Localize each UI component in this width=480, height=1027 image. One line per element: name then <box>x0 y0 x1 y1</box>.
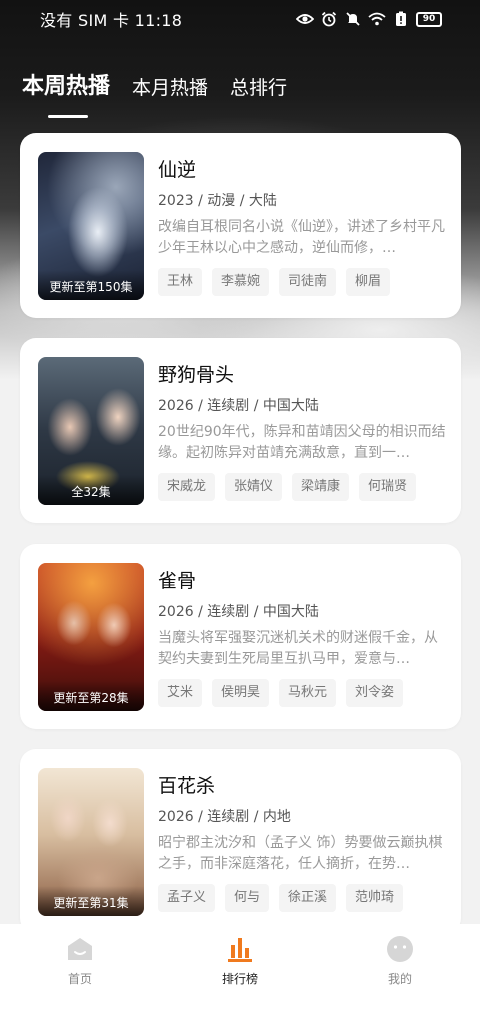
show-meta: 2026 / 连续剧 / 内地 <box>158 809 291 825</box>
battery-icon: 90 <box>416 11 442 27</box>
show-card[interactable]: 更新至第28集 雀骨 2026 / 连续剧 / 中国大陆 当魔头将军强娶沉迷机关… <box>20 544 461 729</box>
show-meta: 2026 / 连续剧 / 中国大陆 <box>158 398 319 414</box>
episode-badge: 全32集 <box>38 475 144 505</box>
poster-image: 更新至第28集 <box>38 563 144 711</box>
profile-icon <box>385 934 415 964</box>
show-title: 雀骨 <box>158 570 197 592</box>
cast-tag[interactable]: 张婧仪 <box>225 473 283 501</box>
ranking-icon <box>225 934 255 964</box>
wifi-icon <box>368 10 386 28</box>
nav-label: 首页 <box>67 972 92 986</box>
nav-label: 排行榜 <box>221 972 258 986</box>
eye-icon <box>296 10 314 28</box>
status-bar: 没有 SIM 卡 11:18 90 <box>0 0 480 38</box>
episode-badge: 更新至第28集 <box>38 681 144 711</box>
poster-image: 更新至第31集 <box>38 768 144 916</box>
nav-label: 我的 <box>387 972 412 986</box>
alarm-icon <box>320 10 338 28</box>
cast-list: 王林 李慕婉 司徒南 柳眉 <box>158 268 391 296</box>
cast-tag[interactable]: 梁靖康 <box>292 473 350 501</box>
cast-list: 艾米 侯明昊 马秋元 刘令姿 <box>158 679 404 707</box>
status-carrier-time: 没有 SIM 卡 11:18 <box>40 11 183 30</box>
poster-image: 更新至第150集 <box>38 152 144 300</box>
nav-home[interactable]: 首页 <box>0 934 160 1027</box>
episode-badge: 更新至第150集 <box>38 270 144 300</box>
nav-ranking[interactable]: 排行榜 <box>160 934 320 1027</box>
cast-tag[interactable]: 何与 <box>225 884 270 912</box>
cast-tag[interactable]: 宋威龙 <box>158 473 216 501</box>
show-description: 20世纪90年代，陈异和苗靖因父母的相识而结缘。起初陈异对苗靖充满敌意，直到一… <box>158 424 446 461</box>
cast-list: 宋威龙 张婧仪 梁靖康 何瑞贤 <box>158 473 417 501</box>
tab-overall[interactable]: 总排行 <box>230 73 287 110</box>
bottom-navigation: 首页 排行榜 我的 <box>0 924 480 1027</box>
show-card[interactable]: 更新至第31集 百花杀 2026 / 连续剧 / 内地 昭宁郡主沈汐和（孟子义 … <box>20 749 461 934</box>
show-meta: 2026 / 连续剧 / 中国大陆 <box>158 604 319 620</box>
ranking-tabs: 本周热播 本月热播 总排行 <box>22 68 287 118</box>
cast-tag[interactable]: 孟子义 <box>158 884 216 912</box>
battery-alert-icon <box>392 10 410 28</box>
cast-tag[interactable]: 艾米 <box>158 679 203 707</box>
show-card[interactable]: 全32集 野狗骨头 2026 / 连续剧 / 中国大陆 20世纪90年代，陈异和… <box>20 338 461 523</box>
cast-tag[interactable]: 刘令姿 <box>346 679 404 707</box>
mute-icon <box>344 10 362 28</box>
cast-tag[interactable]: 王林 <box>158 268 203 296</box>
home-icon <box>65 934 95 964</box>
nav-profile[interactable]: 我的 <box>320 934 480 1027</box>
show-meta: 2023 / 动漫 / 大陆 <box>158 193 277 209</box>
show-description: 改编自耳根同名小说《仙逆》，讲述了乡村平凡少年王林以心中之感动，逆仙而修，… <box>158 219 445 256</box>
cast-tag[interactable]: 司徒南 <box>279 268 337 296</box>
episode-badge: 更新至第31集 <box>38 886 144 916</box>
show-title: 野狗骨头 <box>158 364 235 386</box>
cast-list: 孟子义 何与 徐正溪 范帅琦 <box>158 884 404 912</box>
cast-tag[interactable]: 范帅琦 <box>346 884 404 912</box>
show-description: 昭宁郡主沈汐和（孟子义 饰）势要做云巅执棋之手，而非深庭落花，任人摘折，在势… <box>158 835 443 872</box>
cast-tag[interactable]: 徐正溪 <box>279 884 337 912</box>
cast-tag[interactable]: 柳眉 <box>346 268 391 296</box>
cast-tag[interactable]: 侯明昊 <box>212 679 270 707</box>
cast-tag[interactable]: 何瑞贤 <box>359 473 417 501</box>
cast-tag[interactable]: 李慕婉 <box>212 268 270 296</box>
tab-weekly[interactable]: 本周热播 <box>22 68 110 118</box>
show-title: 百花杀 <box>158 775 216 797</box>
show-description: 当魔头将军强娶沉迷机关术的财迷假千金，从契约夫妻到生死局里互扒马甲，爱意与… <box>158 630 438 667</box>
show-title: 仙逆 <box>158 159 197 181</box>
poster-image: 全32集 <box>38 357 144 505</box>
tab-monthly[interactable]: 本月热播 <box>132 73 208 110</box>
cast-tag[interactable]: 马秋元 <box>279 679 337 707</box>
show-card[interactable]: 更新至第150集 仙逆 2023 / 动漫 / 大陆 改编自耳根同名小说《仙逆》… <box>20 133 461 318</box>
